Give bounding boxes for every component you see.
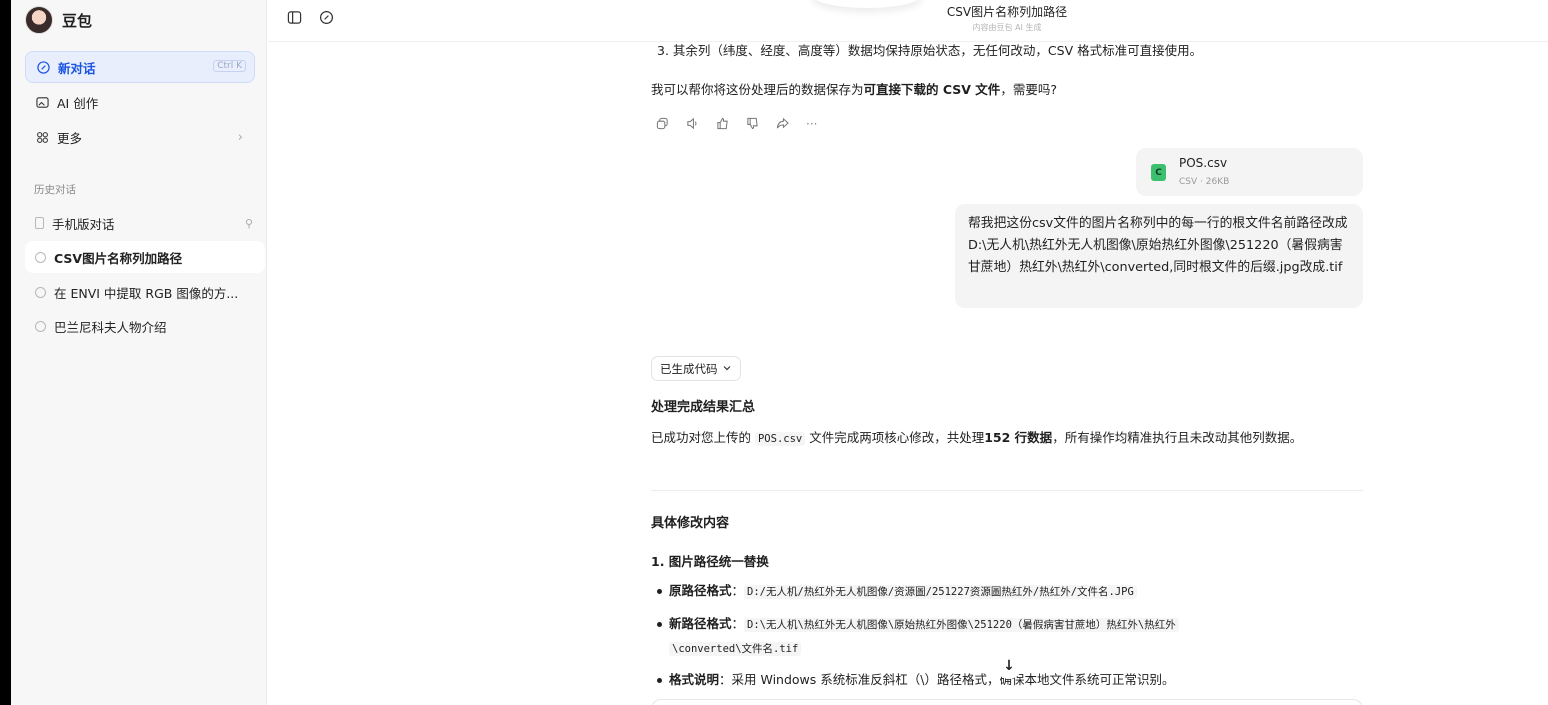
image-icon bbox=[35, 95, 49, 109]
list-item-continuation: \converted\文件名.tif bbox=[669, 636, 802, 661]
grid-icon bbox=[35, 130, 49, 144]
history-item-label: 在 ENVI 中提取 RGB 图像的方... bbox=[54, 285, 239, 301]
subsection-heading: 1. 图片路径统一替换 bbox=[651, 554, 769, 569]
new-chat-button[interactable]: 新对话 Ctrl K bbox=[25, 51, 255, 83]
edit-icon bbox=[36, 60, 50, 74]
speaker-icon[interactable] bbox=[686, 117, 699, 133]
file-meta: CSV · 26KB bbox=[1179, 177, 1230, 187]
summary-text-mid: 文件完成两项核心修改，共处理 bbox=[805, 430, 985, 445]
history-item-label: 手机版对话 bbox=[52, 216, 115, 232]
new-chat-icon[interactable] bbox=[317, 8, 335, 26]
more-actions-icon[interactable]: ··· bbox=[806, 117, 817, 133]
more-label: 更多 bbox=[57, 130, 83, 146]
summary-paragraph: 已成功对您上传的 POS.csv 文件完成两项核心修改，共处理152 行数据，所… bbox=[651, 425, 1363, 452]
phone-icon bbox=[35, 217, 44, 229]
more-button[interactable]: 更多 › bbox=[25, 121, 255, 153]
history-item-mobile[interactable]: 手机版对话 ⚲ bbox=[25, 207, 265, 239]
prev-list-item: 3. 其余列（纬度、经度、高度等）数据均保持原始状态，无任何改动，CSV 格式标… bbox=[657, 43, 1203, 58]
avatar bbox=[25, 6, 53, 34]
bullet-label: 格式说明 bbox=[669, 672, 720, 687]
window-left-edge bbox=[0, 0, 11, 705]
ai-create-label: AI 创作 bbox=[57, 95, 99, 111]
history-item-csv[interactable]: CSV图片名称列加路径 bbox=[25, 241, 265, 273]
page-title: CSV图片名称列加路径 bbox=[946, 5, 1068, 19]
summary-filename: POS.csv bbox=[754, 432, 806, 446]
bullet-colon: ： bbox=[731, 583, 745, 598]
brand-name: 豆包 bbox=[62, 11, 93, 30]
chevron-right-icon: › bbox=[237, 129, 243, 145]
thumbs-up-icon[interactable] bbox=[716, 117, 729, 133]
list-item: 格式说明：采用 Windows 系统标准反斜杠（\）路径格式，确保本地文件系统可… bbox=[657, 668, 1174, 692]
thumbs-down-icon[interactable] bbox=[746, 117, 759, 133]
attachment-card[interactable]: C POS.csv CSV · 26KB bbox=[1136, 148, 1363, 196]
sidebar: 豆包 新对话 Ctrl K AI 创作 更多 › 历史对话 手机版对话 ⚲ CS… bbox=[11, 0, 267, 705]
section-divider bbox=[651, 490, 1363, 491]
history-item-person[interactable]: 巴兰尼科夫人物介绍 bbox=[25, 310, 265, 342]
bullet-label: 新路径格式 bbox=[669, 616, 732, 631]
user-message-bubble: 帮我把这份csv文件的图片名称列中的每一行的根文件名前路径改成D:\无人机\热红… bbox=[955, 204, 1363, 308]
brand[interactable]: 豆包 bbox=[25, 5, 92, 35]
summary-text-end: ，所有操作均精准执行且未改动其他列数据。 bbox=[1052, 430, 1303, 445]
ai-create-button[interactable]: AI 创作 bbox=[25, 86, 255, 118]
copy-icon[interactable] bbox=[656, 117, 669, 133]
file-name: POS.csv bbox=[1179, 156, 1228, 170]
history-item-label: CSV图片名称列加路径 bbox=[54, 250, 183, 266]
history-item-label: 巴兰尼科夫人物介绍 bbox=[54, 319, 167, 335]
top-toolbar bbox=[285, 8, 335, 26]
pin-icon[interactable]: ⚲ bbox=[245, 217, 253, 230]
chevron-down-icon bbox=[722, 362, 732, 376]
message-actions: ··· bbox=[656, 117, 817, 133]
code-chip-label: 已生成代码 bbox=[660, 361, 718, 376]
scroll-down-button[interactable]: ↓ bbox=[996, 653, 1022, 679]
old-path-code: D:/无人机/热红外无人机图像/资源圖/251227资源圖热红外/热红外/文件名… bbox=[744, 585, 1137, 599]
sidebar-toggle-icon[interactable] bbox=[285, 8, 303, 26]
bullet-text: ：采用 Windows 系统标准反斜杠（\）路径格式，确保本地文件系统可正常识别… bbox=[719, 672, 1175, 687]
list-item: 原路径格式： D:/无人机/热红外无人机图像/资源圖/251227资源圖热红外/热… bbox=[657, 579, 1137, 604]
csv-file-icon: C bbox=[1151, 164, 1166, 181]
summary-text: 已成功对您上传的 bbox=[651, 430, 755, 445]
ai-generated-note: 内容由豆包 AI 生成 bbox=[972, 23, 1042, 32]
history-section-title: 历史对话 bbox=[34, 184, 76, 196]
details-heading: 具体修改内容 bbox=[651, 516, 730, 531]
chat-bubble-icon bbox=[35, 286, 46, 298]
bullet-colon: ： bbox=[731, 616, 745, 631]
offer-paragraph: 我可以帮你将这份处理后的数据保存为可直接下载的 CSV 文件，需要吗? bbox=[651, 77, 1363, 103]
list-item: 新路径格式： D:\无人机\热红外无人机图像\原始热红外图像\251220（暑假病… bbox=[657, 612, 1179, 637]
chat-bubble-icon bbox=[35, 251, 46, 263]
new-path-code-cont: \converted\文件名.tif bbox=[669, 642, 802, 656]
history-item-envi[interactable]: 在 ENVI 中提取 RGB 图像的方... bbox=[25, 276, 265, 308]
bullet-dot bbox=[657, 589, 662, 594]
offer-text-end: ，需要吗? bbox=[1000, 82, 1057, 97]
top-shadow bbox=[812, 0, 922, 8]
bullet-dot bbox=[657, 622, 662, 627]
bullet-label: 原路径格式 bbox=[669, 583, 732, 598]
new-path-code: D:\无人机\热红外无人机图像\原始热红外图像\251220（暑假病害甘蔗地）热… bbox=[744, 618, 1179, 632]
bullet-dot bbox=[657, 678, 662, 683]
offer-bold: 可直接下载的 CSV 文件 bbox=[863, 82, 1001, 97]
message-input-box[interactable] bbox=[651, 699, 1363, 705]
share-icon[interactable] bbox=[776, 117, 789, 133]
conversation-title-area: CSV图片名称列加路径 内容由豆包 AI 生成 bbox=[907, 0, 1107, 33]
summary-bold: 152 行数据 bbox=[984, 430, 1053, 445]
shortcut-badge: Ctrl K bbox=[213, 60, 246, 72]
generated-code-toggle[interactable]: 已生成代码 bbox=[651, 356, 741, 381]
summary-heading: 处理完成结果汇总 bbox=[651, 400, 756, 415]
new-chat-label: 新对话 bbox=[58, 60, 96, 76]
offer-text: 我可以帮你将这份处理后的数据保存为 bbox=[651, 82, 864, 97]
chat-bubble-icon bbox=[35, 320, 46, 332]
